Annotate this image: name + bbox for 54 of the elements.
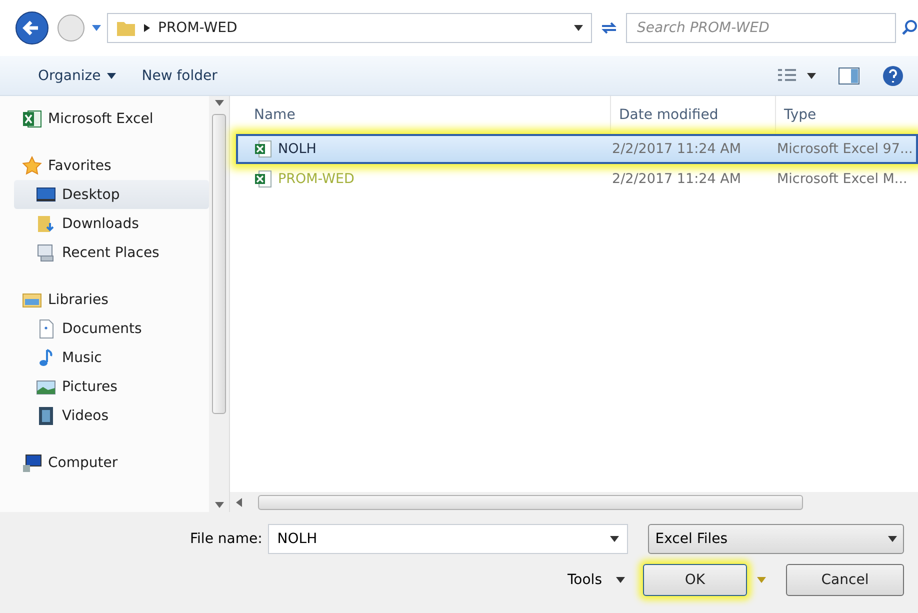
caret-icon [610, 536, 620, 542]
caret-icon [757, 577, 766, 583]
caret-icon [888, 536, 897, 542]
file-row[interactable]: NOLH 2/2/2017 11:24 AM Microsoft Excel 97... [236, 134, 918, 164]
horizontal-scrollbar[interactable] [230, 492, 918, 512]
path-text: PROM-WED [158, 20, 238, 36]
folder-icon [116, 19, 136, 37]
star-icon [22, 156, 42, 176]
nav-item[interactable]: Desktop [14, 180, 209, 209]
address-bar[interactable]: PROM-WED [107, 13, 592, 43]
vertical-scrollbar[interactable] [209, 96, 229, 512]
computer-icon [22, 452, 42, 472]
back-button-icon[interactable] [14, 10, 50, 46]
nav-item[interactable]: Recent Places [14, 238, 209, 267]
caret-icon [616, 577, 625, 583]
caret-icon [574, 25, 583, 31]
column-header[interactable]: Name [230, 96, 610, 134]
spreadsheet-icon [22, 108, 42, 128]
field-label: File name: [190, 531, 262, 547]
nav-item[interactable]: Pictures [14, 372, 209, 401]
nav-item[interactable]: Music [14, 343, 209, 372]
folder-download-icon [36, 214, 56, 234]
ok-button[interactable]: OK [643, 564, 747, 596]
nav-item[interactable]: Downloads [14, 209, 209, 238]
caret-icon [92, 25, 101, 31]
nav-item[interactable]: Favorites [14, 151, 209, 180]
recent-places-icon [36, 242, 56, 262]
film-icon [36, 406, 56, 426]
nav-item[interactable]: Documents [14, 314, 209, 343]
spreadsheet-file-icon [254, 140, 272, 158]
nav-item[interactable]: Libraries [14, 285, 209, 314]
new-folder-button[interactable]: New folder [134, 64, 226, 88]
caret-icon [807, 72, 816, 78]
nav-item[interactable]: Microsoft Excel [14, 104, 209, 133]
file-name-field[interactable]: NOLH [268, 524, 628, 554]
preview-pane-icon[interactable] [838, 66, 860, 84]
monitor-icon [36, 184, 56, 204]
cancel-button[interactable]: Cancel [786, 564, 904, 596]
nav-item[interactable]: Videos [14, 401, 209, 430]
search-field[interactable]: Search PROM-WED [626, 13, 896, 43]
help-icon[interactable] [882, 64, 904, 86]
caret-icon [214, 502, 224, 508]
view-list-icon[interactable] [777, 68, 797, 84]
chevron-icon [144, 24, 150, 32]
caret-icon [214, 100, 224, 106]
file-row[interactable]: PROM-WED 2/2/2017 11:24 AM Microsoft Excel M... [236, 164, 918, 194]
file-type-dropdown[interactable]: Excel Files [648, 524, 904, 554]
organize-button[interactable]: Organize [30, 64, 124, 88]
spreadsheet-file-icon [254, 170, 272, 188]
tools-button[interactable]: Tools [568, 572, 625, 588]
scroll-left-icon[interactable] [236, 498, 242, 506]
search-icon[interactable] [902, 20, 918, 36]
caret-icon [106, 72, 116, 78]
nav-item[interactable]: Computer [14, 448, 209, 477]
